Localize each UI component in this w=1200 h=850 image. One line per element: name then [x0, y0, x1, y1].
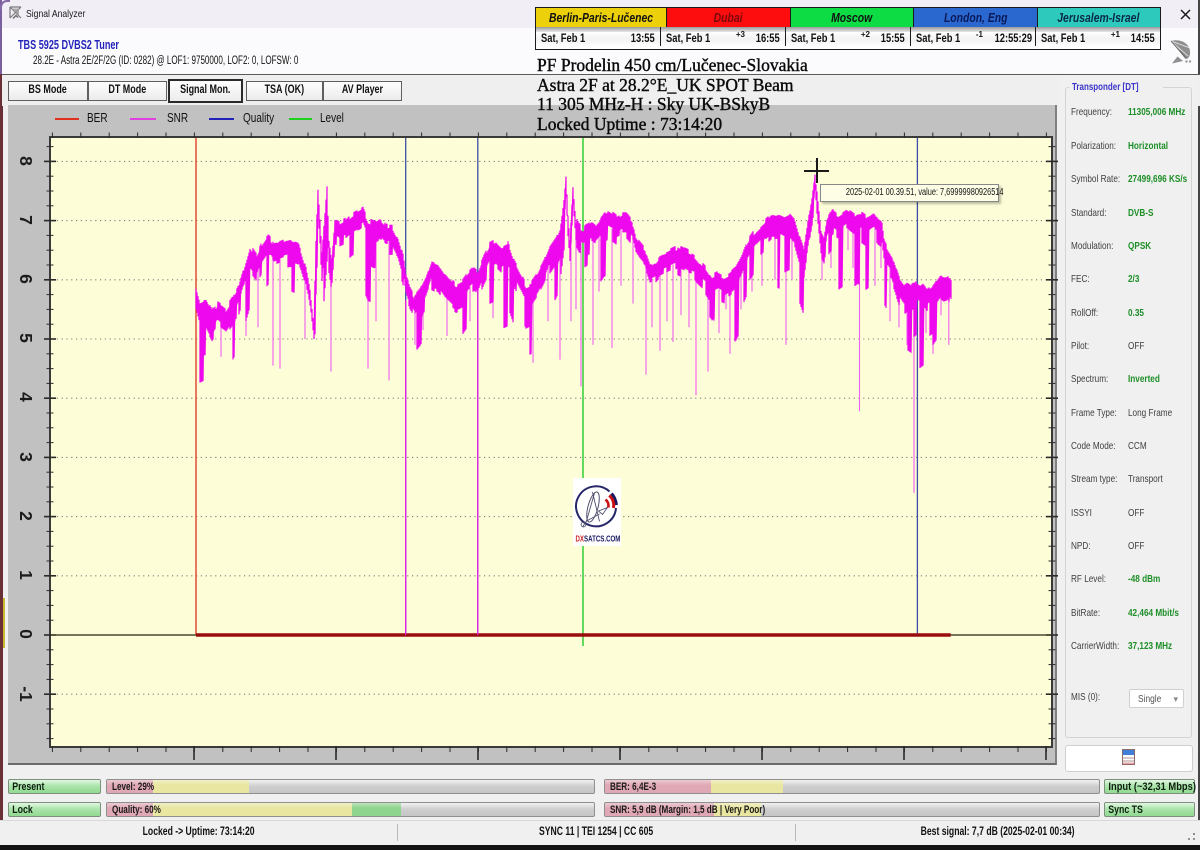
svg-text:DXSATCS.COM: DXSATCS.COM	[576, 534, 621, 544]
